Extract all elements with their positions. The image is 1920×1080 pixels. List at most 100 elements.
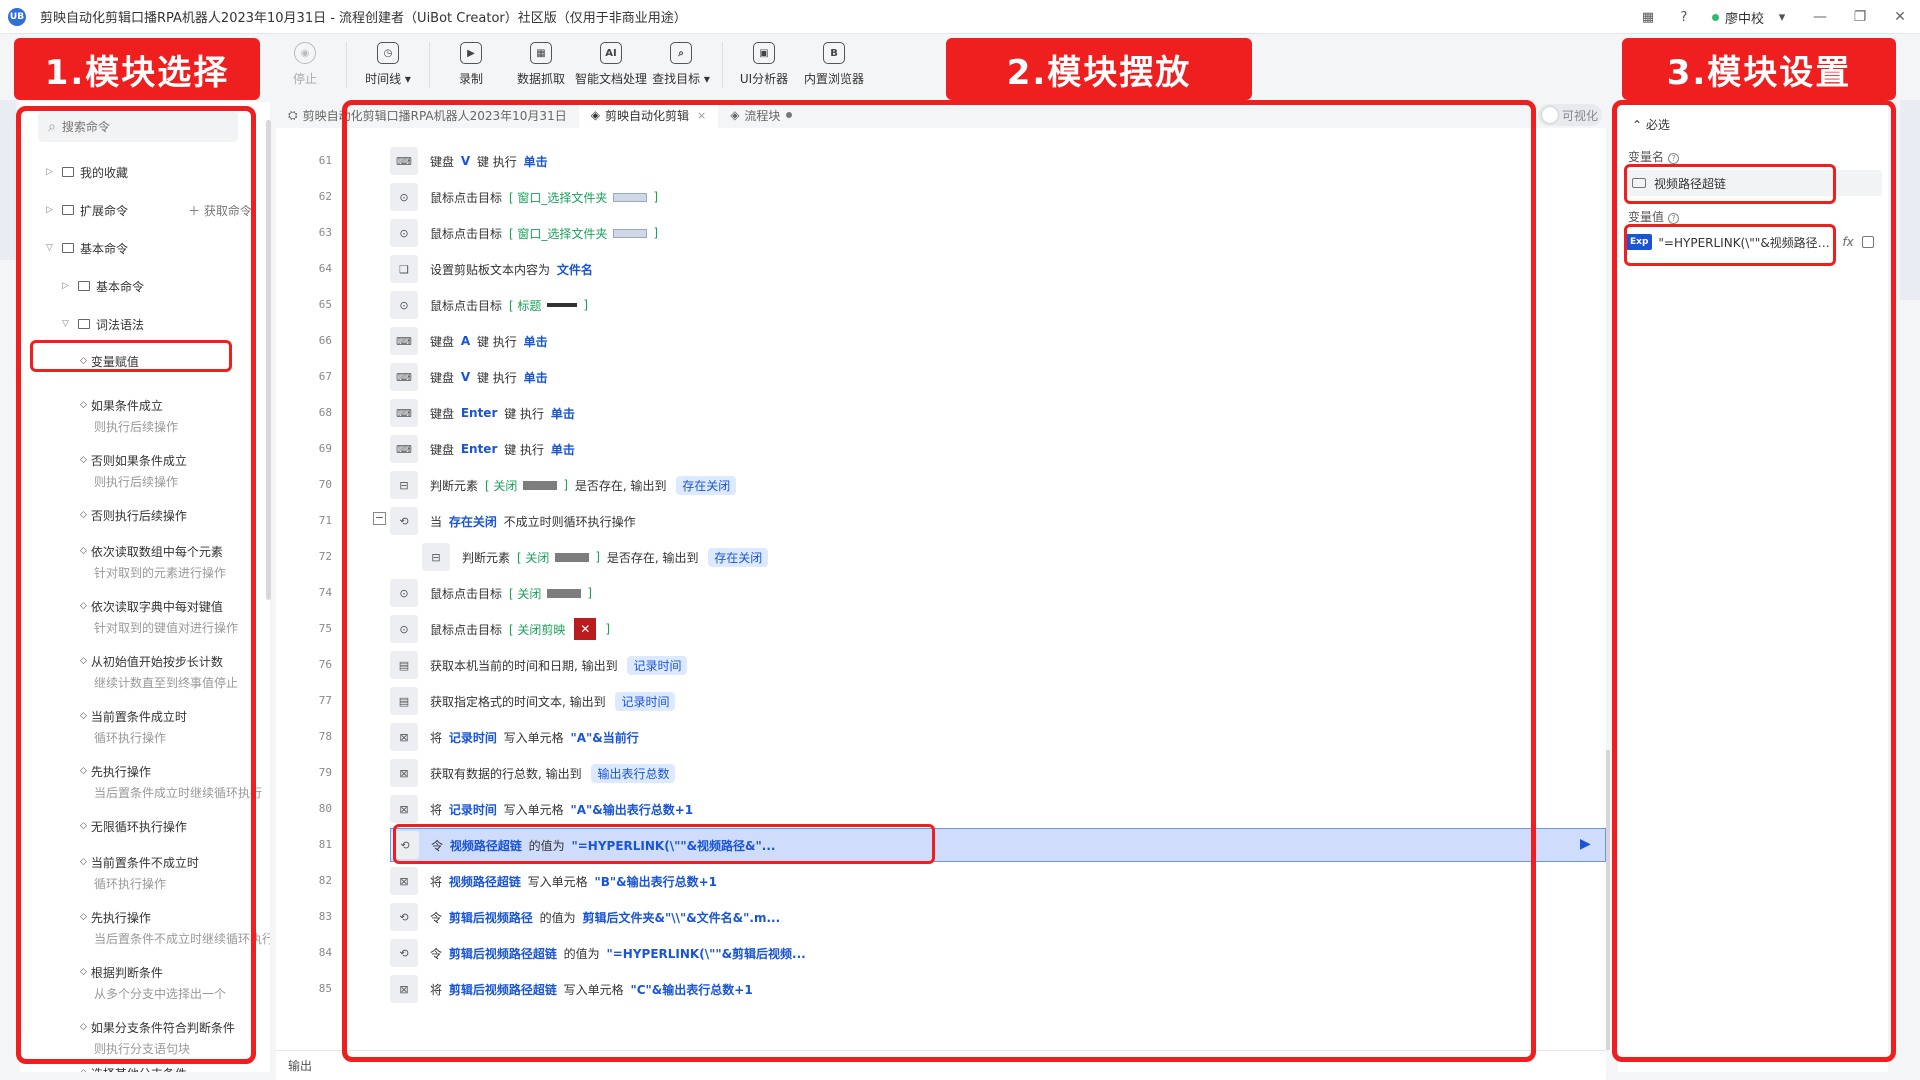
code-target[interactable]: ] (653, 226, 658, 240)
help-icon[interactable]: ? (1668, 213, 1680, 224)
tree-extensions[interactable]: ▷ 扩展命令 (46, 198, 128, 222)
code-output-var[interactable]: 记录时间 (627, 655, 688, 675)
cmd-elseif[interactable]: 否则如果条件成立则执行后续操作 (80, 451, 270, 491)
fx-icon[interactable]: fx (1842, 235, 1853, 249)
help-icon[interactable]: ? (1676, 9, 1692, 25)
help-icon[interactable]: ? (1668, 153, 1680, 164)
code-target[interactable]: [ 关闭 (517, 549, 550, 566)
code-target[interactable]: [ 关闭 (485, 477, 518, 494)
code-line[interactable]: ⊠ 将 剪辑后视频路径超链 写入单元格 "C"&输出表行总数+1 (390, 972, 1606, 1006)
user-name[interactable]: 廖中校 (1725, 8, 1764, 27)
editor-scrollbar[interactable] (1606, 750, 1610, 1050)
code-output-var[interactable]: 输出表行总数 (591, 763, 676, 783)
cmd-for-count[interactable]: 从初始值开始按步长计数继续计数直至到终事值停止 (80, 652, 270, 692)
tab-jianying-edit[interactable]: ◈ 剪映自动化剪辑 × (578, 102, 719, 128)
code-param[interactable]: A (461, 334, 470, 348)
ui-analyzer-button[interactable]: ▣ UI分析器 (729, 36, 799, 94)
code-line[interactable]: ⟲ 当 存在关闭 不成立时则循环执行操作 (390, 504, 1606, 538)
code-output-var[interactable]: 记录时间 (615, 691, 676, 711)
code-target[interactable]: ] (605, 622, 610, 636)
builtin-browser-button[interactable]: B 内置浏览器 (799, 36, 869, 94)
code-param[interactable]: 单击 (524, 369, 548, 386)
data-scrape-button[interactable]: ▦ 数据抓取 (506, 36, 576, 94)
code-line[interactable]: ⊙ 鼠标点击目标 [ 窗口_选择文件夹] (390, 216, 1606, 250)
close-button[interactable]: ✕ (1880, 0, 1920, 34)
code-line[interactable]: ⊠ 将 视频路径超链 写入单元格 "B"&输出表行总数+1 (390, 864, 1606, 898)
code-line[interactable]: ⊙ 鼠标点击目标 [ 标题] (390, 288, 1606, 322)
cmd-select-case[interactable]: 根据判断条件从多个分支中选择出一个 (80, 963, 270, 1003)
expression-badge[interactable]: Exp (1626, 234, 1653, 250)
code-line[interactable]: ⌨ 键盘 V 键 执行 单击 (390, 360, 1606, 394)
code-line[interactable]: ⌨ 键盘 Enter 键 执行 单击 (390, 432, 1606, 466)
tree-favorites[interactable]: ▷ 我的收藏 (46, 160, 128, 184)
code-param[interactable]: "A"&当前行 (570, 729, 638, 746)
code-target[interactable]: ] (595, 550, 600, 564)
get-command-link[interactable]: ＋ 获取命令 (188, 202, 252, 219)
run-line-icon[interactable]: ▶ (1580, 836, 1591, 852)
code-param[interactable]: 记录时间 (449, 729, 497, 746)
code-line[interactable]: ⊟ 判断元素 [ 关闭] 是否存在, 输出到 存在关闭 (422, 540, 1638, 574)
code-param[interactable]: "=HYPERLINK(\""&视频路径&"... (571, 837, 775, 854)
code-param[interactable]: 剪辑后视频路径超链 (449, 945, 557, 962)
code-line[interactable]: ⌨ 键盘 V 键 执行 单击 (390, 144, 1606, 178)
left-scrollbar[interactable] (266, 120, 271, 600)
var-value-field[interactable]: Exp "=HYPERLINK(\""&视频路径&"... fx (1626, 228, 1882, 256)
target-thumbnail[interactable] (613, 192, 648, 202)
edit-icon[interactable] (1861, 236, 1874, 248)
code-target[interactable]: [ 关闭 (509, 585, 542, 602)
code-output-var[interactable]: 存在关闭 (708, 547, 769, 567)
code-param[interactable]: "C"&输出表行总数+1 (630, 981, 752, 998)
code-line[interactable]: ⟲ 令 剪辑后视频路径 的值为 剪辑后文件夹&"\\"&文件名&".m... (390, 900, 1606, 934)
code-line[interactable]: ▤ 获取指定格式的时间文本, 输出到 记录时间 (390, 684, 1606, 718)
cmd-do-while[interactable]: 先执行操作当后置条件成立时继续循环执行 (80, 762, 270, 802)
stop-button[interactable]: ◉ 停止 (270, 36, 340, 94)
minimize-button[interactable]: — (1800, 0, 1840, 34)
required-section-header[interactable]: ⌃ 必选 (1632, 116, 1670, 133)
code-param[interactable]: 视频路径超链 (449, 873, 521, 890)
tree-basic-sub[interactable]: ▷ 基本命令 (62, 274, 144, 298)
code-param[interactable]: 单击 (551, 405, 575, 422)
code-line[interactable]: ⊙ 鼠标点击目标 [ 关闭] (390, 576, 1606, 610)
cmd-infinite-loop[interactable]: 无限循环执行操作 (80, 817, 270, 857)
code-target[interactable]: ] (587, 586, 592, 600)
code-param[interactable]: "A"&输出表行总数+1 (570, 801, 693, 818)
code-target[interactable]: [ 标题 (509, 297, 542, 314)
close-icon[interactable]: × (697, 109, 706, 122)
code-param[interactable]: 单击 (524, 333, 548, 350)
search-box[interactable]: ⌕ (38, 112, 238, 142)
code-param[interactable]: V (461, 154, 470, 168)
target-thumbnail[interactable] (547, 588, 582, 598)
chevron-down-icon[interactable]: ▾ (1774, 9, 1790, 25)
restore-button[interactable]: ❐ (1840, 0, 1880, 34)
code-line[interactable]: ⌨ 键盘 A 键 执行 单击 (390, 324, 1606, 358)
cmd-if[interactable]: 如果条件成立则执行后续操作 (80, 396, 270, 436)
code-param[interactable]: 存在关闭 (449, 513, 497, 530)
tab-flow-block[interactable]: ◈ 流程块 (718, 102, 804, 128)
code-param[interactable]: 单击 (551, 441, 575, 458)
cmd-for-each-array[interactable]: 依次读取数组中每个元素针对取到的元素进行操作 (80, 542, 270, 582)
code-line[interactable]: ❏ 设置剪贴板文本内容为 文件名 (390, 252, 1606, 286)
cmd-variable-assign[interactable]: 变量赋值 (80, 352, 270, 392)
code-param[interactable]: 视频路径超链 (450, 837, 522, 854)
code-target[interactable]: [ 关闭剪映 (509, 621, 566, 638)
find-target-button[interactable]: ⌕ 查找目标 ▾ (646, 36, 716, 94)
code-line[interactable]: ⊠ 将 记录时间 写入单元格 "A"&当前行 (390, 720, 1606, 754)
record-button[interactable]: ▶ 录制 (436, 36, 506, 94)
smart-doc-button[interactable]: AI 智能文档处理 (575, 36, 647, 94)
cmd-case-else[interactable]: 选择其他分支条件 (80, 1064, 270, 1073)
code-param[interactable]: 文件名 (557, 261, 593, 278)
cmd-else[interactable]: 否则执行后续操作 (80, 506, 270, 546)
code-output-var[interactable]: 存在关闭 (676, 475, 737, 495)
code-target[interactable]: ] (653, 190, 658, 204)
code-line[interactable]: ⊙ 鼠标点击目标 [ 窗口_选择文件夹] (390, 180, 1606, 214)
target-thumbnail[interactable]: ✕ (574, 618, 597, 640)
target-thumbnail[interactable] (547, 303, 578, 307)
target-thumbnail[interactable] (613, 228, 648, 238)
code-target[interactable]: [ 窗口_选择文件夹 (509, 225, 608, 242)
tree-basic[interactable]: ▽ 基本命令 (46, 236, 128, 260)
cmd-do-until[interactable]: 先执行操作当后置条件不成立时继续循环执行 (80, 908, 270, 948)
left-side-tabs[interactable] (0, 100, 16, 260)
code-line[interactable]: ⟲ 令 视频路径超链 的值为 "=HYPERLINK(\""&视频路径&"... (390, 828, 1606, 862)
code-line[interactable]: ⊠ 获取有数据的行总数, 输出到 输出表行总数 (390, 756, 1606, 790)
code-line[interactable]: ⊟ 判断元素 [ 关闭] 是否存在, 输出到 存在关闭 (390, 468, 1606, 502)
